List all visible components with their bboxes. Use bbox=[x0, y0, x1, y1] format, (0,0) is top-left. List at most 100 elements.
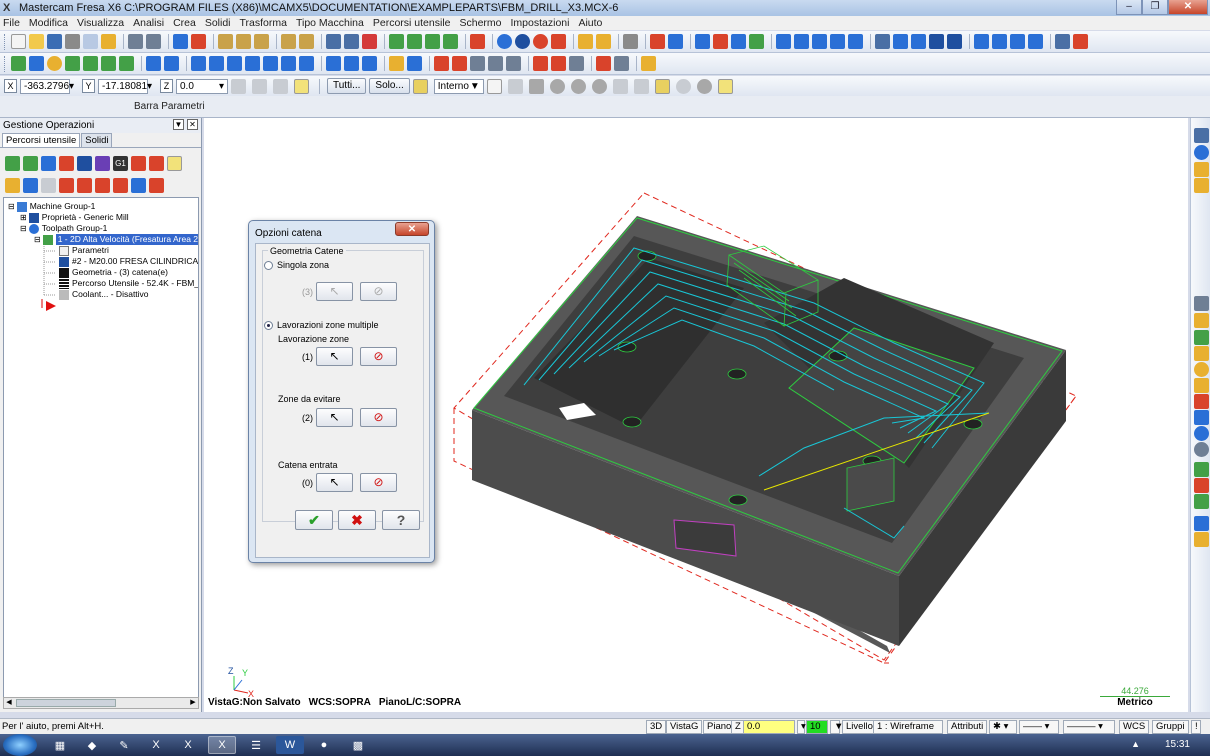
repaint-icon[interactable] bbox=[191, 34, 206, 49]
rectangle-icon[interactable] bbox=[101, 56, 116, 71]
undo-icon[interactable] bbox=[128, 34, 143, 49]
right-tool-11-icon[interactable] bbox=[1194, 394, 1209, 409]
selection-mode-select[interactable]: Interno ▼ bbox=[433, 78, 484, 94]
menu-percorsi-utensile[interactable]: Percorsi utensile bbox=[373, 17, 451, 29]
color-icon[interactable] bbox=[911, 34, 926, 49]
status-color-swatch[interactable]: 10 bbox=[806, 720, 828, 734]
menu-aiuto[interactable]: Aiuto bbox=[578, 17, 602, 29]
multi-zone-radio[interactable] bbox=[264, 321, 273, 330]
lock-icon[interactable] bbox=[5, 177, 20, 193]
right-tool-14-icon[interactable] bbox=[1194, 442, 1209, 457]
status-wireframe-select[interactable]: 1 : Wireframe bbox=[873, 720, 943, 734]
menu-trasforma[interactable]: Trasforma bbox=[240, 17, 287, 29]
fillet-icon[interactable] bbox=[65, 56, 80, 71]
start-button[interactable] bbox=[3, 734, 37, 756]
dialog-help-button[interactable]: ? bbox=[382, 510, 420, 530]
auto-cursor-icon[interactable] bbox=[273, 78, 288, 94]
verify-selection-icon[interactable] bbox=[412, 78, 428, 94]
list-icon[interactable] bbox=[749, 34, 764, 49]
right-tool-1-icon[interactable] bbox=[1194, 128, 1209, 143]
save-icon[interactable] bbox=[47, 34, 62, 49]
loop-select-icon[interactable] bbox=[612, 78, 628, 94]
tray-arrow-icon[interactable]: ▲ bbox=[1131, 739, 1140, 749]
view-front-icon[interactable] bbox=[344, 34, 359, 49]
right-tool-4-icon[interactable] bbox=[1194, 178, 1209, 193]
line-icon[interactable] bbox=[29, 56, 44, 71]
sphere-icon[interactable] bbox=[497, 34, 512, 49]
menu-tipo-macchina[interactable]: Tipo Macchina bbox=[296, 17, 364, 29]
taskbar-app10-icon[interactable]: ▩ bbox=[344, 736, 372, 754]
taskbar-app5-icon[interactable]: X bbox=[174, 736, 202, 754]
arrow-down-icon[interactable] bbox=[830, 34, 845, 49]
right-tool-7-icon[interactable] bbox=[1194, 330, 1209, 345]
right-tool-12-icon[interactable] bbox=[1194, 410, 1209, 425]
solid-icon[interactable] bbox=[713, 34, 728, 49]
close-button[interactable]: ✕ bbox=[1168, 0, 1208, 15]
open-file-icon[interactable] bbox=[29, 34, 44, 49]
dialog-close-button[interactable]: ✕ bbox=[395, 222, 429, 236]
analyze-icon[interactable] bbox=[650, 34, 665, 49]
status-wcs-button[interactable]: WCS bbox=[1119, 720, 1150, 734]
redo-icon[interactable] bbox=[146, 34, 161, 49]
tutti-button[interactable]: Tutti... bbox=[327, 78, 367, 94]
circle-icon[interactable] bbox=[47, 56, 62, 71]
view-top-icon[interactable] bbox=[326, 34, 341, 49]
help-icon[interactable] bbox=[294, 78, 309, 94]
ops-help-icon[interactable] bbox=[167, 155, 182, 171]
status-point-style[interactable]: ✱ ▾ bbox=[989, 720, 1017, 734]
verify-icon[interactable] bbox=[794, 34, 809, 49]
avoid-select-button[interactable]: ↖ bbox=[316, 408, 353, 427]
select-all-ops-icon[interactable] bbox=[5, 155, 20, 171]
break-icon[interactable] bbox=[164, 56, 179, 71]
dimension-icon[interactable] bbox=[326, 56, 341, 71]
tree-hscrollbar[interactable]: ◀ ▶ bbox=[3, 697, 199, 709]
hidden-line-icon[interactable] bbox=[425, 34, 440, 49]
status-z-dropdown[interactable]: ▾ bbox=[797, 720, 806, 734]
maximize-button[interactable]: ❐ bbox=[1142, 0, 1168, 15]
ok-button[interactable]: ✔ bbox=[295, 510, 333, 530]
ball-icon[interactable] bbox=[515, 34, 530, 49]
status-livello-button[interactable]: Livello bbox=[842, 720, 877, 734]
single-op-icon[interactable] bbox=[131, 177, 146, 193]
single-clear-button[interactable]: ⊘ bbox=[360, 282, 397, 301]
right-tool-13-icon[interactable] bbox=[1194, 426, 1209, 441]
menu-impostazioni[interactable]: Impostazioni bbox=[511, 17, 570, 29]
print-preview-icon[interactable] bbox=[83, 34, 98, 49]
sketch-icon[interactable] bbox=[1010, 34, 1025, 49]
menu-analisi[interactable]: Analisi bbox=[133, 17, 164, 29]
solid-select-icon[interactable] bbox=[528, 78, 544, 94]
array-icon[interactable] bbox=[281, 56, 296, 71]
stop-icon[interactable] bbox=[533, 34, 548, 49]
brush-icon[interactable] bbox=[488, 56, 503, 71]
insert-arrow-icon[interactable] bbox=[46, 301, 56, 311]
taskbar-app9-icon[interactable]: ● bbox=[310, 736, 338, 754]
x-coord-field[interactable]: -363.2796 ▾ bbox=[20, 78, 74, 94]
right-tool-5-icon[interactable] bbox=[1194, 296, 1209, 311]
menu-crea[interactable]: Crea bbox=[173, 17, 196, 29]
y-coord-field[interactable]: -17.18081 ▾ bbox=[98, 78, 152, 94]
solo-button[interactable]: Solo... bbox=[369, 78, 410, 94]
delete-icon[interactable] bbox=[551, 34, 566, 49]
translate-icon[interactable] bbox=[209, 56, 224, 71]
doc-icon[interactable] bbox=[470, 56, 485, 71]
grid-icon[interactable] bbox=[1028, 34, 1043, 49]
right-tool-2-icon[interactable] bbox=[1194, 145, 1209, 160]
cylinder-icon[interactable] bbox=[848, 34, 863, 49]
note-icon[interactable] bbox=[344, 56, 359, 71]
toggle-display-icon[interactable] bbox=[23, 177, 38, 193]
selection-help-icon[interactable] bbox=[717, 78, 733, 94]
translucency-icon[interactable] bbox=[443, 34, 458, 49]
hatch-icon[interactable] bbox=[362, 56, 377, 71]
cube-gray-icon[interactable] bbox=[506, 56, 521, 71]
no-entry-icon[interactable] bbox=[675, 78, 691, 94]
point-icon[interactable] bbox=[11, 56, 26, 71]
end-selection-icon[interactable] bbox=[696, 78, 712, 94]
zoom-out-icon[interactable] bbox=[281, 34, 296, 49]
right-tool-3-icon[interactable] bbox=[1194, 162, 1209, 177]
move-down-icon[interactable] bbox=[59, 177, 74, 193]
taskbar-app4-icon[interactable]: X bbox=[142, 736, 170, 754]
right-tool-17-icon[interactable] bbox=[1194, 494, 1209, 509]
arc-icon[interactable] bbox=[812, 34, 827, 49]
flag-icon[interactable] bbox=[1073, 34, 1088, 49]
cursor-icon[interactable] bbox=[486, 78, 502, 94]
